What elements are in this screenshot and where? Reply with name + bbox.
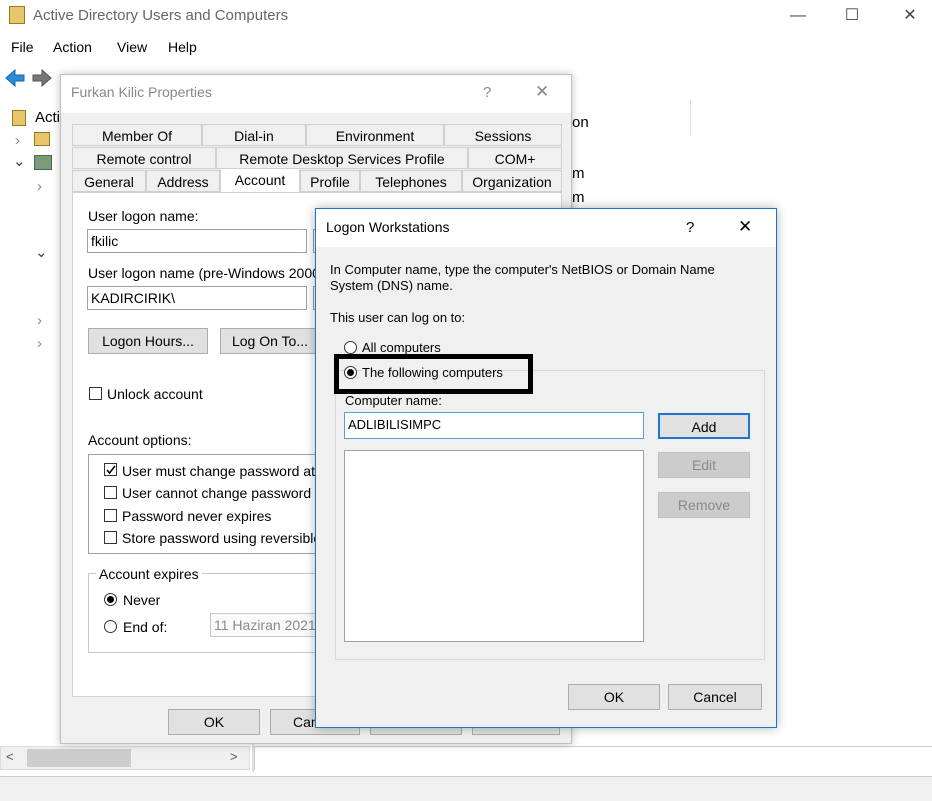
computer-list-box[interactable]: [344, 450, 644, 642]
status-bar: [0, 776, 932, 801]
edit-computer-button: Edit: [658, 452, 750, 478]
expand-chevron-icon[interactable]: ›: [37, 178, 42, 195]
list-column-header: on: [572, 114, 589, 131]
minimize-button[interactable]: —: [778, 4, 818, 28]
menu-file[interactable]: File: [11, 39, 34, 55]
never-radio[interactable]: [104, 593, 117, 606]
ad-console-icon: [9, 6, 25, 24]
unlock-account-label: Unlock account: [107, 386, 203, 402]
tab-general[interactable]: General: [72, 170, 146, 192]
maximize-button[interactable]: ☐: [832, 4, 872, 28]
logon-name-input[interactable]: fkilic: [87, 229, 307, 253]
add-computer-button[interactable]: Add: [658, 413, 750, 439]
pre2000-domain-field: KADIRCIRIK\: [87, 286, 307, 310]
folder-icon: [12, 110, 26, 126]
logon-cancel-button[interactable]: Cancel: [668, 684, 762, 710]
tab-organization[interactable]: Organization: [462, 170, 562, 192]
tab-profile[interactable]: Profile: [300, 170, 360, 192]
back-arrow-icon[interactable]: [4, 68, 26, 88]
scrollbar-thumb[interactable]: [27, 749, 131, 767]
end-of-label: End of:: [123, 619, 168, 635]
tab-com-plus[interactable]: COM+: [468, 147, 562, 169]
tab-account[interactable]: Account: [220, 168, 300, 192]
logon-name-label: User logon name:: [88, 208, 199, 224]
end-of-date-picker[interactable]: 11 Haziran 2021: [210, 613, 318, 637]
logon-instruction-text: In Computer name, type the computer's Ne…: [330, 262, 715, 293]
tree-root-label[interactable]: Acti: [35, 109, 60, 126]
computer-name-label: Computer name:: [345, 393, 442, 408]
menu-view[interactable]: View: [117, 39, 147, 55]
option-checkbox[interactable]: [104, 486, 117, 499]
properties-ok-button[interactable]: OK: [168, 709, 260, 735]
unlock-account-checkbox[interactable]: [89, 387, 102, 400]
all-computers-label: All computers: [362, 340, 441, 355]
option-label: Store password using reversible e: [122, 530, 318, 546]
log-on-to-button[interactable]: Log On To...: [220, 328, 320, 354]
tab-rds-profile[interactable]: Remote Desktop Services Profile: [216, 147, 468, 169]
scroll-right-icon[interactable]: >: [230, 749, 238, 764]
logon-hours-button[interactable]: Logon Hours...: [88, 328, 208, 354]
expand-chevron-icon[interactable]: ›: [15, 132, 20, 149]
checkmark-icon: [106, 465, 116, 475]
option-checkbox[interactable]: [104, 463, 117, 476]
tab-address[interactable]: Address: [146, 170, 220, 192]
list-item: m: [572, 189, 585, 206]
annotation-highlight-box: [334, 354, 533, 394]
tab-dial-in[interactable]: Dial-in: [202, 124, 306, 146]
domain-icon: [34, 155, 52, 170]
close-button[interactable]: ✕: [890, 4, 930, 28]
option-label: Password never expires: [122, 508, 272, 524]
forward-arrow-icon[interactable]: [31, 68, 53, 88]
logon-ok-button[interactable]: OK: [568, 684, 660, 710]
end-of-radio[interactable]: [104, 620, 117, 633]
logon-close-button[interactable]: ✕: [738, 217, 752, 237]
collapse-chevron-icon[interactable]: ⌄: [35, 243, 48, 261]
scroll-left-icon[interactable]: <: [6, 749, 14, 764]
collapse-chevron-icon[interactable]: ⌄: [13, 152, 26, 170]
column-divider: [690, 100, 691, 136]
folder-icon: [34, 132, 50, 146]
can-log-on-label: This user can log on to:: [330, 310, 466, 325]
properties-help-button[interactable]: ?: [483, 84, 491, 101]
list-pane-bottom: [254, 746, 932, 770]
tab-environment[interactable]: Environment: [306, 124, 444, 146]
account-expires-label: Account expires: [96, 566, 202, 582]
option-label: User cannot change password: [122, 485, 312, 501]
tab-member-of[interactable]: Member Of: [72, 124, 202, 146]
tab-telephones[interactable]: Telephones: [360, 170, 462, 192]
option-label: User must change password at n: [122, 463, 318, 479]
logon-help-button[interactable]: ?: [686, 219, 694, 236]
properties-close-button[interactable]: ✕: [535, 82, 549, 102]
tab-sessions[interactable]: Sessions: [444, 124, 562, 146]
properties-title: Furkan Kilic Properties: [71, 84, 212, 100]
option-checkbox[interactable]: [104, 509, 117, 522]
remove-computer-button: Remove: [658, 492, 750, 518]
computer-name-input[interactable]: ADLIBILISIMPC: [344, 412, 644, 439]
account-options-label: Account options:: [88, 432, 192, 448]
list-item: m: [572, 165, 585, 182]
never-label: Never: [123, 592, 161, 608]
option-checkbox[interactable]: [104, 531, 117, 544]
menu-help[interactable]: Help: [168, 39, 197, 55]
pre2000-label: User logon name (pre-Windows 2000):: [88, 265, 329, 281]
expand-chevron-icon[interactable]: ›: [37, 335, 42, 352]
window-title: Active Directory Users and Computers: [33, 7, 289, 24]
menu-action[interactable]: Action: [53, 39, 92, 55]
all-computers-radio[interactable]: [344, 341, 357, 354]
tab-remote-control[interactable]: Remote control: [72, 147, 216, 169]
expand-chevron-icon[interactable]: ›: [37, 312, 42, 329]
logon-dialog-title: Logon Workstations: [326, 219, 450, 235]
